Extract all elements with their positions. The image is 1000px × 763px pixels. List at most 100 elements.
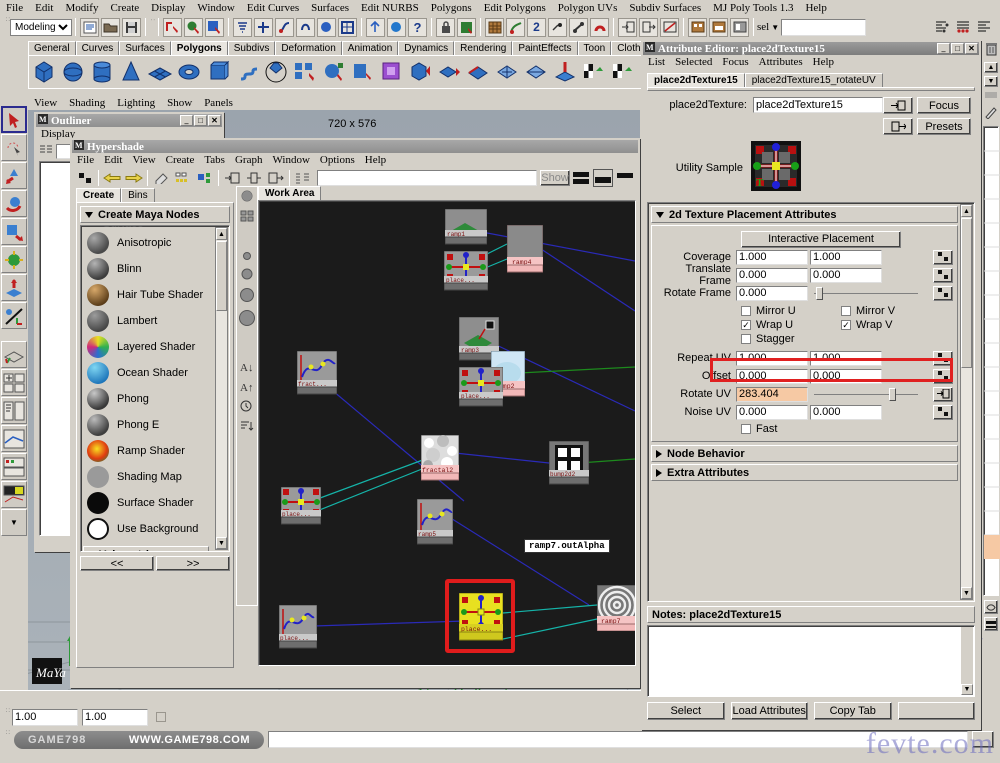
translate-frame-u-input[interactable]: 0.000 xyxy=(736,267,808,283)
placement-attributes-header[interactable]: 2d Texture Placement Attributes xyxy=(651,206,958,223)
hypershade-menu-graph[interactable]: Graph xyxy=(230,154,268,166)
node-fractal1[interactable]: fract... xyxy=(296,350,338,398)
attribute-editor-tabs[interactable]: place2dTexture15 place2dTexture15_rotate… xyxy=(647,73,975,87)
tab-work-area[interactable]: Work Area xyxy=(258,186,322,200)
create-panel-tabs[interactable]: Create Bins xyxy=(76,188,234,202)
swatch-size-small-icon[interactable] xyxy=(242,251,252,264)
chevron-down-icon[interactable]: ▼ xyxy=(771,23,779,32)
scroll-up-arrow[interactable]: ▲ xyxy=(216,228,227,240)
rotate-uv-slider[interactable] xyxy=(814,387,918,402)
sort-ascending-icon[interactable]: A↓ xyxy=(240,360,254,376)
boolean-difference-icon[interactable] xyxy=(349,57,377,87)
lasso-tool-icon[interactable] xyxy=(1,134,27,161)
poly-torus-icon[interactable] xyxy=(175,57,203,87)
hypershade-titlebar[interactable]: M Hypershade xyxy=(72,140,638,153)
noise-uv-connection-icon[interactable] xyxy=(933,404,953,420)
ae-menu-help[interactable]: Help xyxy=(808,56,839,68)
rotate-frame-connection-icon[interactable] xyxy=(933,285,953,301)
attribute-editor-titlebar[interactable]: M Attribute Editor: place2dTexture15 _ □… xyxy=(643,42,979,55)
input-connections-icon[interactable] xyxy=(222,169,242,187)
show-channel-box-icon[interactable] xyxy=(974,17,993,37)
menu-subdiv-surfaces[interactable]: Subdiv Surfaces xyxy=(623,2,707,14)
shelf-tab-rendering[interactable]: Rendering xyxy=(454,41,513,55)
menu-polygon-uvs[interactable]: Polygon UVs xyxy=(552,2,624,14)
ae-extra-button[interactable] xyxy=(897,702,975,720)
hypershade-window[interactable]: M Hypershade File Edit View Create Tabs … xyxy=(70,138,640,688)
shelf-tab-bar[interactable]: General Curves Surfaces Polygons Subdivs… xyxy=(28,41,743,55)
attribute-editor-maximize-button[interactable]: □ xyxy=(951,43,964,54)
poly-cylinder-icon[interactable] xyxy=(88,57,116,87)
menu-set-selector[interactable]: Modeling xyxy=(10,18,72,36)
node-behavior-header[interactable]: Node Behavior xyxy=(651,445,958,462)
wrap-v-checkbox-icon[interactable]: ✓ xyxy=(841,320,851,330)
layer-move-down-button[interactable]: ▼ xyxy=(984,76,998,87)
ae-next-node-button[interactable] xyxy=(883,118,913,135)
shelf-tab-animation[interactable]: Animation xyxy=(341,41,399,55)
viewport-menubar[interactable]: View Shading Lighting Show Panels xyxy=(28,95,640,110)
trash-icon[interactable] xyxy=(985,42,998,59)
ae-previous-node-button[interactable] xyxy=(883,97,913,114)
shelf-tab-deformation[interactable]: Deformation xyxy=(275,41,342,55)
hypershade-menu-view[interactable]: View xyxy=(127,154,160,166)
hypershade-filter-input[interactable] xyxy=(317,170,537,186)
auto-key-checkbox-icon[interactable] xyxy=(156,712,166,722)
create-panel-scrollbar[interactable]: ▲ ▼ xyxy=(215,227,228,550)
paint-layer-icon[interactable] xyxy=(984,105,998,122)
node-place2dTexture15[interactable]: place... xyxy=(458,592,504,644)
render-current-frame-icon[interactable] xyxy=(387,17,406,37)
node-item-surface-shader[interactable]: Surface Shader xyxy=(83,490,215,516)
poly-soccer-ball-icon[interactable] xyxy=(262,57,290,87)
universal-manipulator-icon[interactable] xyxy=(1,246,27,273)
show-attribute-editor-icon[interactable] xyxy=(932,17,951,37)
toolbox[interactable]: ▼ xyxy=(0,105,28,585)
notes-scroll-down-arrow[interactable]: ▼ xyxy=(961,684,973,695)
snap-grid-icon[interactable] xyxy=(233,17,252,37)
attribute-editor-close-button[interactable]: ✕ xyxy=(965,43,978,54)
node-ramp7[interactable]: ramp7 xyxy=(596,584,635,634)
bevel-icon[interactable] xyxy=(465,57,493,87)
hypershade-menu-edit[interactable]: Edit xyxy=(99,154,127,166)
coverage-v-input[interactable]: 1.000 xyxy=(810,249,882,265)
magnet-icon[interactable] xyxy=(590,17,609,37)
ae-menu-selected[interactable]: Selected xyxy=(670,56,717,68)
mirror-v-checkbox-icon[interactable] xyxy=(841,306,851,316)
attribute-editor-window[interactable]: M Attribute Editor: place2dTexture15 _ □… xyxy=(641,40,981,730)
current-time-field[interactable]: 1.00 xyxy=(12,708,78,726)
ae-menu-attributes[interactable]: Attributes xyxy=(754,56,808,68)
hypershade-menu-create[interactable]: Create xyxy=(161,154,200,166)
shelf-tab-toon[interactable]: Toon xyxy=(577,41,612,55)
utility-sample-swatch[interactable]: T xyxy=(751,141,801,194)
main-menubar[interactable]: File Edit Modify Create Display Window E… xyxy=(0,0,1000,15)
attribute-scrollbar[interactable]: ▲ ▼ xyxy=(960,204,973,600)
work-area-canvas[interactable]: ramp1 place... ramp4 ramp3 ramp2 place..… xyxy=(258,200,636,666)
notes-textarea[interactable]: ▼ xyxy=(647,625,975,697)
input-output-connections-icon[interactable] xyxy=(244,169,264,187)
select-by-component-icon[interactable] xyxy=(205,17,224,37)
snap-view-plane-icon[interactable] xyxy=(296,17,315,37)
cmdline-drag-handle[interactable]: :: xyxy=(4,730,10,748)
menu-polygons[interactable]: Polygons xyxy=(425,2,478,14)
node-ramp5[interactable]: ramp5 xyxy=(416,498,454,548)
new-scene-icon[interactable] xyxy=(80,17,99,37)
node-item-phong[interactable]: Phong xyxy=(83,386,215,412)
shelf-tab-curves[interactable]: Curves xyxy=(75,41,120,55)
save-scene-icon[interactable] xyxy=(122,17,141,37)
node-ramp1[interactable]: ramp1 xyxy=(444,208,488,248)
clear-work-area-icon[interactable] xyxy=(151,169,171,187)
layout-bottom-pane-icon[interactable] xyxy=(593,169,613,187)
viewport-menu-view[interactable]: View xyxy=(28,97,63,109)
rotate-tool-icon[interactable] xyxy=(1,190,27,217)
menu-surfaces[interactable]: Surfaces xyxy=(305,2,355,14)
extra-attributes-header[interactable]: Extra Attributes xyxy=(651,464,958,481)
boolean-union-icon[interactable] xyxy=(320,57,348,87)
poly-plane-icon[interactable] xyxy=(146,57,174,87)
stagger-checkbox-icon[interactable] xyxy=(741,334,751,344)
node-name-input[interactable]: place2dTexture15 xyxy=(753,97,883,113)
show-connections-icon[interactable] xyxy=(195,169,215,187)
node-item-blinn[interactable]: Blinn xyxy=(83,256,215,282)
scroll-thumb[interactable] xyxy=(961,218,972,368)
checkbox-mirror-v[interactable]: Mirror V xyxy=(841,304,941,318)
render-swatch-icon[interactable] xyxy=(240,190,254,206)
move-tool-icon[interactable] xyxy=(1,162,27,189)
editor-channel-icon[interactable] xyxy=(709,17,728,37)
